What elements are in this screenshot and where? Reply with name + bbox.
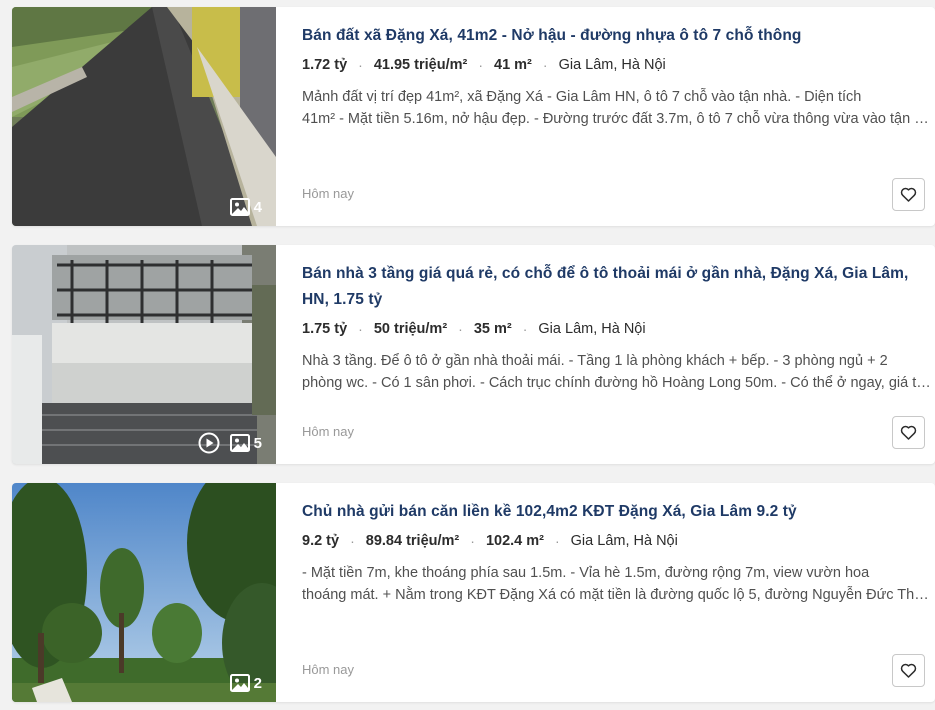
listing-date: Hôm nay xyxy=(302,186,355,201)
listing-title[interactable]: Bán nhà 3 tầng giá quá rẻ, có chỗ để ô t… xyxy=(302,261,925,313)
listing-price-per-m2: 89.84 triệu/m² xyxy=(365,533,460,549)
description-line: thoáng mát. + Nằm trong KĐT Đặng Xá có m… xyxy=(302,587,932,603)
listing-card[interactable]: 4 Bán đất xã Đặng Xá, 41m2 - Nở hậu - đư… xyxy=(12,7,935,226)
listing-date: Hôm nay xyxy=(302,424,355,439)
listing-list: 4 Bán đất xã Đặng Xá, 41m2 - Nở hậu - đư… xyxy=(0,0,935,710)
listing-info: Bán đất xã Đặng Xá, 41m2 - Nở hậu - đườn… xyxy=(302,7,932,226)
separator-dot: · xyxy=(358,57,363,73)
photo-count: 5 xyxy=(253,434,262,452)
save-listing-button[interactable] xyxy=(892,416,925,449)
listing-location: Gia Lâm, Hà Nội xyxy=(570,533,678,549)
photo-count: 2 xyxy=(253,674,262,692)
listing-price-per-m2: 50 triệu/m² xyxy=(373,321,448,337)
land-road-photo xyxy=(12,7,276,226)
description-line: - Mặt tiền 7m, khe thoáng phía sau 1.5m.… xyxy=(302,565,870,581)
listing-price: 1.72 tỷ xyxy=(302,57,348,73)
listing-info: Bán nhà 3 tầng giá quá rẻ, có chỗ để ô t… xyxy=(302,245,932,464)
heart-outline-icon xyxy=(900,425,917,440)
listing-price-per-m2: 41.95 triệu/m² xyxy=(373,57,468,73)
separator-dot: · xyxy=(478,57,483,73)
listing-thumbnail[interactable]: 5 xyxy=(12,245,276,464)
listing-title[interactable]: Bán đất xã Đặng Xá, 41m2 - Nở hậu - đườn… xyxy=(302,23,925,49)
listing-price: 9.2 tỷ xyxy=(302,533,340,549)
video-badge[interactable] xyxy=(198,432,220,454)
heart-outline-icon xyxy=(900,663,917,678)
listing-area: 35 m² xyxy=(473,321,512,337)
image-gallery-icon xyxy=(229,434,250,452)
photo-count-badge[interactable]: 5 xyxy=(229,434,262,452)
listing-title[interactable]: Chủ nhà gửi bán căn liền kề 102,4m2 KĐT … xyxy=(302,499,925,525)
listing-meta: 1.75 tỷ · 50 triệu/m² · 35 m² · Gia Lâm,… xyxy=(302,319,925,339)
separator-dot: · xyxy=(358,321,363,337)
media-badges: 5 xyxy=(198,432,262,454)
separator-dot: · xyxy=(350,533,355,549)
description-line: Mảnh đất vị trí đẹp 41m², xã Đặng Xá - G… xyxy=(302,89,862,105)
listing-date: Hôm nay xyxy=(302,662,355,677)
listing-thumbnail[interactable]: 2 xyxy=(12,483,276,702)
image-gallery-icon xyxy=(229,198,250,216)
listing-meta: 1.72 tỷ · 41.95 triệu/m² · 41 m² · Gia L… xyxy=(302,55,925,75)
listing-description: - Mặt tiền 7m, khe thoáng phía sau 1.5m.… xyxy=(302,562,932,606)
photo-count-badge[interactable]: 4 xyxy=(229,198,262,216)
separator-dot: · xyxy=(554,533,560,549)
listing-meta: 9.2 tỷ · 89.84 triệu/m² · 102.4 m² · Gia… xyxy=(302,531,925,551)
listing-location: Gia Lâm, Hà Nội xyxy=(558,57,666,73)
save-listing-button[interactable] xyxy=(892,178,925,211)
listing-description: Nhà 3 tầng. Để ô tô ở gần nhà thoải mái.… xyxy=(302,350,932,394)
listing-location: Gia Lâm, Hà Nội xyxy=(538,321,646,337)
separator-dot: · xyxy=(542,57,548,73)
description-line: Nhà 3 tầng. Để ô tô ở gần nhà thoải mái.… xyxy=(302,353,888,369)
listing-area: 41 m² xyxy=(494,57,532,73)
media-badges: 2 xyxy=(229,674,262,692)
listing-description: Mảnh đất vị trí đẹp 41m², xã Đặng Xá - G… xyxy=(302,86,932,130)
listing-card[interactable]: 5 Bán nhà 3 tầng giá quá rẻ, có chỗ để ô… xyxy=(12,245,935,464)
park-trees-photo xyxy=(12,483,276,702)
listing-thumbnail[interactable]: 4 xyxy=(12,7,276,226)
save-listing-button[interactable] xyxy=(892,654,925,687)
description-line: 41m² - Mặt tiền 5.16m, nở hậu đẹp. - Đườ… xyxy=(302,111,932,127)
heart-outline-icon xyxy=(900,187,917,202)
image-gallery-icon xyxy=(229,674,250,692)
listing-price: 1.75 tỷ xyxy=(302,321,348,337)
listing-area: 102.4 m² xyxy=(485,533,544,549)
separator-dot: · xyxy=(470,533,475,549)
photo-count-badge[interactable]: 2 xyxy=(229,674,262,692)
description-line: phòng wc. - Có 1 sân phơi. - Cách trục c… xyxy=(302,375,932,391)
separator-dot: · xyxy=(458,321,463,337)
listing-card[interactable]: 2 Chủ nhà gửi bán căn liền kề 102,4m2 KĐ… xyxy=(12,483,935,702)
listing-info: Chủ nhà gửi bán căn liền kề 102,4m2 KĐT … xyxy=(302,483,932,702)
play-circle-icon xyxy=(198,432,220,454)
media-badges: 4 xyxy=(229,198,262,216)
photo-count: 4 xyxy=(253,198,262,216)
separator-dot: · xyxy=(522,321,528,337)
